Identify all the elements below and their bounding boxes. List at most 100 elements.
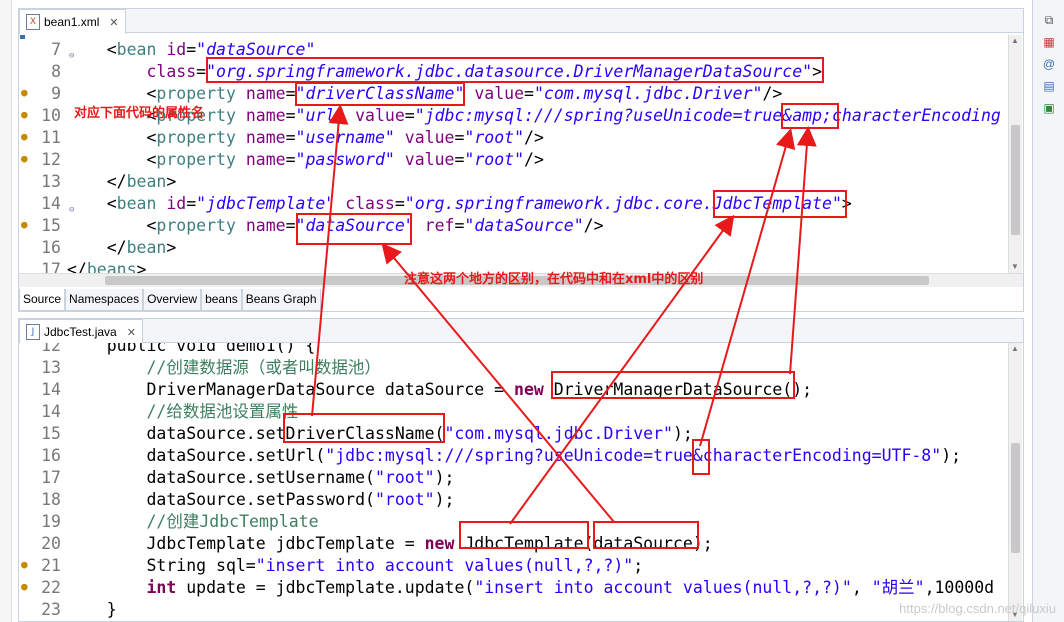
code-text: //给数据池设置属性 bbox=[67, 401, 298, 423]
line-number: 20 bbox=[19, 533, 65, 555]
code-line[interactable]: 16 dataSource.setUrl("jdbc:mysql:///spri… bbox=[19, 445, 1014, 467]
warning-marker-icon[interactable]: ● bbox=[21, 87, 28, 98]
code-token: "jdbc:mysql:///spring?useUnicode=true&am… bbox=[414, 106, 1001, 125]
tab-beans[interactable]: beans bbox=[201, 289, 242, 311]
restore-icon[interactable]: ⧉ bbox=[1041, 12, 1057, 28]
line-number: 23 bbox=[19, 599, 65, 621]
code-line[interactable]: 14 ⊖ <bean id="jdbcTemplate" class="org.s… bbox=[19, 193, 1014, 215]
code-token: "insert into account values(null,?,?)" bbox=[255, 556, 634, 575]
line-number: 15 bbox=[19, 423, 65, 445]
scroll-up-icon[interactable]: ▲ bbox=[1011, 37, 1019, 45]
line-number: 17 bbox=[19, 467, 65, 489]
warning-marker-icon[interactable]: ● bbox=[21, 109, 28, 120]
java-code-area[interactable]: 12 public void demo1() {13 //创建数据源（或者叫数据… bbox=[19, 343, 1014, 621]
code-token: ; bbox=[633, 556, 644, 575]
tab-namespaces[interactable]: Namespaces bbox=[65, 289, 144, 311]
scroll-thumb[interactable] bbox=[1011, 443, 1020, 553]
line-number: 19 bbox=[19, 511, 65, 533]
code-token: name bbox=[245, 106, 286, 125]
code-text: </bean> bbox=[67, 237, 177, 259]
code-token: class bbox=[345, 194, 395, 213]
warning-marker-icon[interactable]: ● bbox=[21, 219, 28, 230]
xml-code-area[interactable]: 7 ⊖ <bean id="dataSource" 8 class="org.spr… bbox=[19, 35, 1014, 273]
code-token: "dataSource" bbox=[295, 216, 415, 235]
code-line[interactable]: 17 dataSource.setUsername("root"); bbox=[19, 467, 1014, 489]
code-token: ); bbox=[434, 468, 455, 487]
code-line[interactable]: 15 ● <property name="dataSource" ref="dat… bbox=[19, 215, 1014, 237]
code-line[interactable]: 16 </bean> bbox=[19, 237, 1014, 259]
code-line[interactable]: 15 dataSource.setDriverClassName("com.my… bbox=[19, 423, 1014, 445]
code-token: DriverManagerDataSource dataSource = bbox=[67, 380, 515, 399]
code-token: > bbox=[841, 194, 852, 213]
code-token: ,10000d bbox=[924, 578, 995, 597]
code-token: "password" bbox=[295, 150, 395, 169]
outline-icon[interactable]: ▦ bbox=[1041, 34, 1057, 50]
close-icon[interactable]: ✕ bbox=[127, 326, 136, 339]
code-token: </ bbox=[67, 260, 87, 273]
javadoc-icon[interactable]: @ bbox=[1041, 56, 1057, 72]
code-token: = bbox=[285, 128, 296, 147]
code-line[interactable]: 18 dataSource.setPassword("root"); bbox=[19, 489, 1014, 511]
code-line[interactable]: 23 } bbox=[19, 599, 1014, 621]
code-line[interactable]: 8 class="org.springframework.jdbc.dataso… bbox=[19, 61, 1014, 83]
code-token: name bbox=[245, 128, 286, 147]
code-token: "com.mysql.jdbc.Driver" bbox=[444, 424, 673, 443]
right-toolbar: ⧉ ▦ @ ▤ ▣ bbox=[1032, 0, 1064, 622]
declaration-icon[interactable]: ▤ bbox=[1041, 78, 1057, 94]
code-token: "url" bbox=[295, 106, 346, 125]
code-line[interactable]: 11 ● <property name="username" value="roo… bbox=[19, 127, 1014, 149]
code-line[interactable]: 20 JdbcTemplate jdbcTemplate = new JdbcT… bbox=[19, 533, 1014, 555]
code-line[interactable]: 21 ● String sql="insert into account valu… bbox=[19, 555, 1014, 577]
tab-overview[interactable]: Overview bbox=[143, 289, 202, 311]
warning-marker-icon[interactable]: ● bbox=[21, 153, 28, 164]
console-icon[interactable]: ▣ bbox=[1041, 100, 1057, 116]
warning-marker-icon[interactable]: ● bbox=[21, 131, 28, 142]
code-text: </beans> bbox=[67, 259, 146, 273]
scroll-thumb[interactable] bbox=[1011, 125, 1020, 235]
tab-source[interactable]: Source bbox=[19, 289, 66, 311]
code-token: name bbox=[245, 150, 286, 169]
scroll-down-icon[interactable]: ▼ bbox=[1011, 263, 1019, 271]
java-vertical-scrollbar[interactable]: ▲ ▼ bbox=[1008, 343, 1022, 621]
code-line[interactable]: 22 ● int update = jdbcTemplate.update("in… bbox=[19, 577, 1014, 599]
tab-beans-graph[interactable]: Beans Graph bbox=[241, 289, 321, 311]
code-token: value bbox=[474, 84, 525, 103]
tab-jdbctest-java[interactable]: J JdbcTest.java ✕ bbox=[19, 319, 143, 344]
code-token: String sql= bbox=[67, 556, 256, 575]
watermark-text: https://blog.csdn.net/qiluxiu bbox=[899, 601, 1056, 616]
code-line[interactable]: 12 public void demo1() { bbox=[19, 343, 1014, 357]
scroll-up-icon[interactable]: ▲ bbox=[1011, 345, 1019, 353]
code-line[interactable]: 13 //创建数据源（或者叫数据池） bbox=[19, 357, 1014, 379]
code-token: "root" bbox=[374, 490, 435, 509]
code-line[interactable]: 14 //给数据池设置属性 bbox=[19, 401, 1014, 423]
code-line[interactable]: 12 ● <property name="password" value="roo… bbox=[19, 149, 1014, 171]
code-token: "jdbcTemplate" bbox=[196, 194, 336, 213]
tab-bean1-xml[interactable]: X bean1.xml ✕ bbox=[19, 9, 126, 34]
code-text: DriverManagerDataSource dataSource = new… bbox=[67, 379, 812, 401]
close-icon[interactable]: ✕ bbox=[109, 16, 118, 29]
xml-vertical-scrollbar[interactable]: ▲ ▼ bbox=[1008, 35, 1022, 273]
code-token: ref bbox=[424, 216, 455, 235]
warning-marker-icon[interactable]: ● bbox=[21, 559, 28, 570]
code-line[interactable]: 19 //创建JdbcTemplate bbox=[19, 511, 1014, 533]
warning-marker-icon[interactable]: ● bbox=[21, 581, 28, 592]
code-text: dataSource.setUrl("jdbc:mysql:///spring?… bbox=[67, 445, 961, 467]
code-line[interactable]: 13 </bean> bbox=[19, 171, 1014, 193]
code-token: new bbox=[424, 534, 455, 553]
xml-editor-page-tabs: Source Namespaces Overview beans Beans G… bbox=[19, 289, 321, 311]
code-token: "root" bbox=[464, 128, 525, 147]
code-token: name bbox=[245, 84, 286, 103]
code-token: = bbox=[394, 194, 405, 213]
code-text: public void demo1() { bbox=[67, 343, 316, 357]
code-token: > bbox=[812, 62, 822, 81]
code-line[interactable]: 14 DriverManagerDataSource dataSource = … bbox=[19, 379, 1014, 401]
code-line[interactable]: 7 ⊖ <bean id="dataSource" bbox=[19, 39, 1014, 61]
code-token: "org.springframework.jdbc.datasource.Dri… bbox=[206, 62, 813, 81]
